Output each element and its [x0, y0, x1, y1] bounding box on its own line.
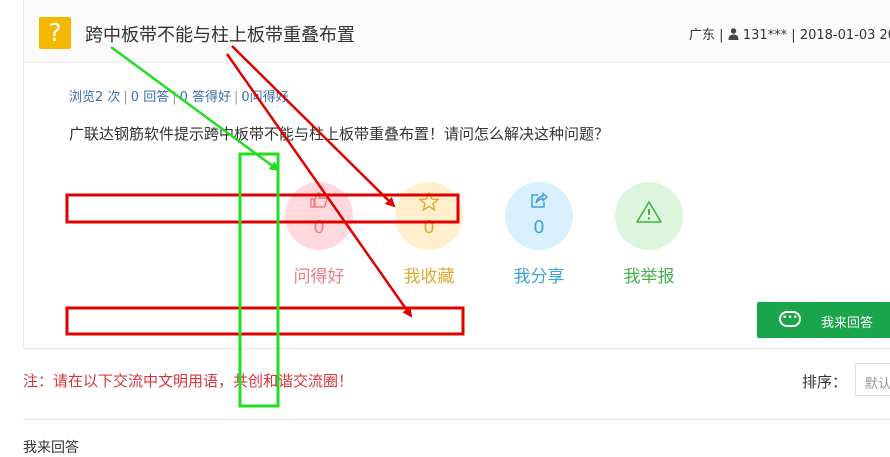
divider — [23, 419, 890, 420]
stat-separator: | — [123, 90, 128, 105]
question-title: 跨中板带不能与柱上板带重叠布置 — [85, 25, 355, 46]
answer-button-label: 我来回答 — [821, 316, 874, 331]
sort-label: 排序： — [802, 373, 848, 391]
question-stats: 浏览2 次 | 0 回答 | 0 答得好 | 0问得好 — [69, 86, 289, 105]
meta-region: 广东 — [689, 28, 716, 43]
meta-date: 2018-01-03 20 — [799, 28, 890, 43]
action-count: 0 — [533, 217, 545, 238]
action-label: 问得好 — [293, 267, 345, 287]
action-report[interactable]: 我举报 — [615, 182, 683, 287]
action-favorite[interactable]: 0 我收藏 — [395, 182, 463, 287]
answer-button[interactable]: ••• 我来回答 — [757, 302, 890, 338]
action-circle[interactable] — [615, 182, 683, 250]
meta-separator: | — [791, 28, 796, 43]
stat-separator: | — [172, 90, 177, 105]
stat-good-answers: 0 答得好 — [179, 90, 231, 105]
action-label: 我收藏 — [403, 267, 455, 287]
action-label: 我分享 — [513, 267, 565, 287]
action-count: 0 — [423, 217, 435, 238]
reply-section-title: 我来回答 — [23, 440, 79, 456]
action-circle[interactable]: 0 — [395, 182, 463, 250]
meta-separator: | — [719, 28, 724, 43]
action-share[interactable]: 0 我分享 — [505, 182, 573, 287]
question-panel: ? 跨中板带不能与柱上板带重叠布置 广东 | 131*** | 2018-01-… — [23, 0, 890, 349]
question-meta: 广东 | 131*** | 2018-01-03 20 — [689, 24, 890, 44]
user-icon — [728, 28, 739, 44]
question-header: ? 跨中板带不能与柱上板带重叠布置 广东 | 131*** | 2018-01-… — [24, 0, 890, 63]
stat-separator: | — [234, 90, 239, 105]
star-icon — [395, 191, 463, 215]
warning-icon — [615, 200, 683, 228]
civility-notice: 注：请在以下交流中文明用语，共创和谐交流圈！ — [23, 372, 354, 390]
stat-views: 浏览2 次 — [69, 90, 121, 105]
action-label: 我举报 — [623, 267, 675, 287]
action-good-question[interactable]: 0 问得好 — [285, 182, 353, 287]
question-mark-icon: ? — [39, 17, 71, 49]
stat-answers: 0 回答 — [130, 90, 170, 105]
thumb-up-icon — [285, 192, 353, 212]
action-count: 0 — [313, 217, 325, 238]
sort-select[interactable]: 默认 — [855, 363, 890, 396]
question-body: 广联达钢筋软件提示跨中板带不能与柱上板带重叠布置！请问怎么解决这种问题？ — [69, 125, 610, 143]
stat-good-questions: 0问得好 — [241, 90, 289, 105]
share-icon — [505, 191, 573, 213]
meta-user[interactable]: 131*** — [743, 28, 787, 43]
chat-icon: ••• — [779, 311, 801, 327]
action-circle[interactable]: 0 — [505, 182, 573, 250]
action-circle[interactable]: 0 — [285, 182, 353, 250]
